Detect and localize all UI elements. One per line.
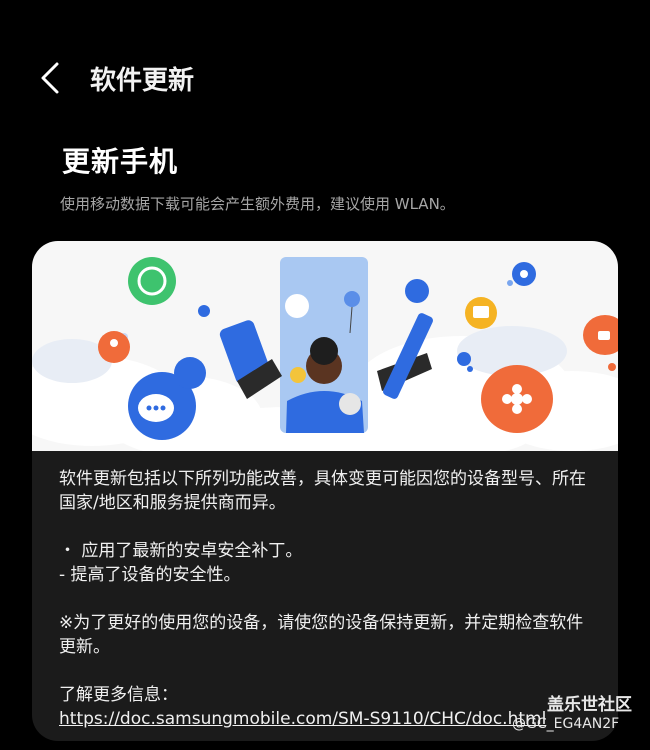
contact-icon: [98, 331, 130, 363]
page-title: 更新手机: [62, 145, 179, 178]
notes-intro: 软件更新包括以下所列功能改善，具体变更可能因您的设备型号、所在国家/地区和服务提…: [59, 469, 586, 513]
folder-icon: [465, 297, 497, 329]
data-usage-note: 使用移动数据下载可能会产生额外费用，建议使用 WLAN。: [60, 195, 455, 213]
watermark-handle: @GC_EG4AN2F: [512, 716, 620, 732]
chevron-left-icon: [41, 62, 59, 94]
watermark-brand: 盖乐世社区: [547, 695, 632, 715]
top-bar: 软件更新: [0, 50, 650, 110]
camera-icon: [583, 315, 618, 355]
notes-advice: ※为了更好的使用您的设备，请使您的设备保持更新，并定期检查软件更新。: [59, 613, 584, 657]
more-info-link[interactable]: https://doc.samsungmobile.com/SM-S9110/C…: [59, 709, 546, 729]
app-title: 软件更新: [90, 66, 195, 96]
update-details-card: 软件更新包括以下所列功能改善，具体变更可能因您的设备型号、所在国家/地区和服务提…: [32, 241, 618, 741]
gallery-icon: [481, 365, 553, 433]
update-illustration: [32, 241, 618, 451]
phone-call-icon: [128, 257, 176, 305]
notes-bullet: - 提高了设备的安全性。: [59, 565, 241, 585]
notes-bullet: ・ 应用了最新的安卓安全补丁。: [59, 541, 303, 561]
back-button[interactable]: [30, 58, 70, 98]
release-notes: 软件更新包括以下所列功能改善，具体变更可能因您的设备型号、所在国家/地区和服务提…: [59, 467, 599, 731]
settings-icon: [512, 262, 536, 286]
more-info-label: 了解更多信息：: [59, 685, 178, 705]
